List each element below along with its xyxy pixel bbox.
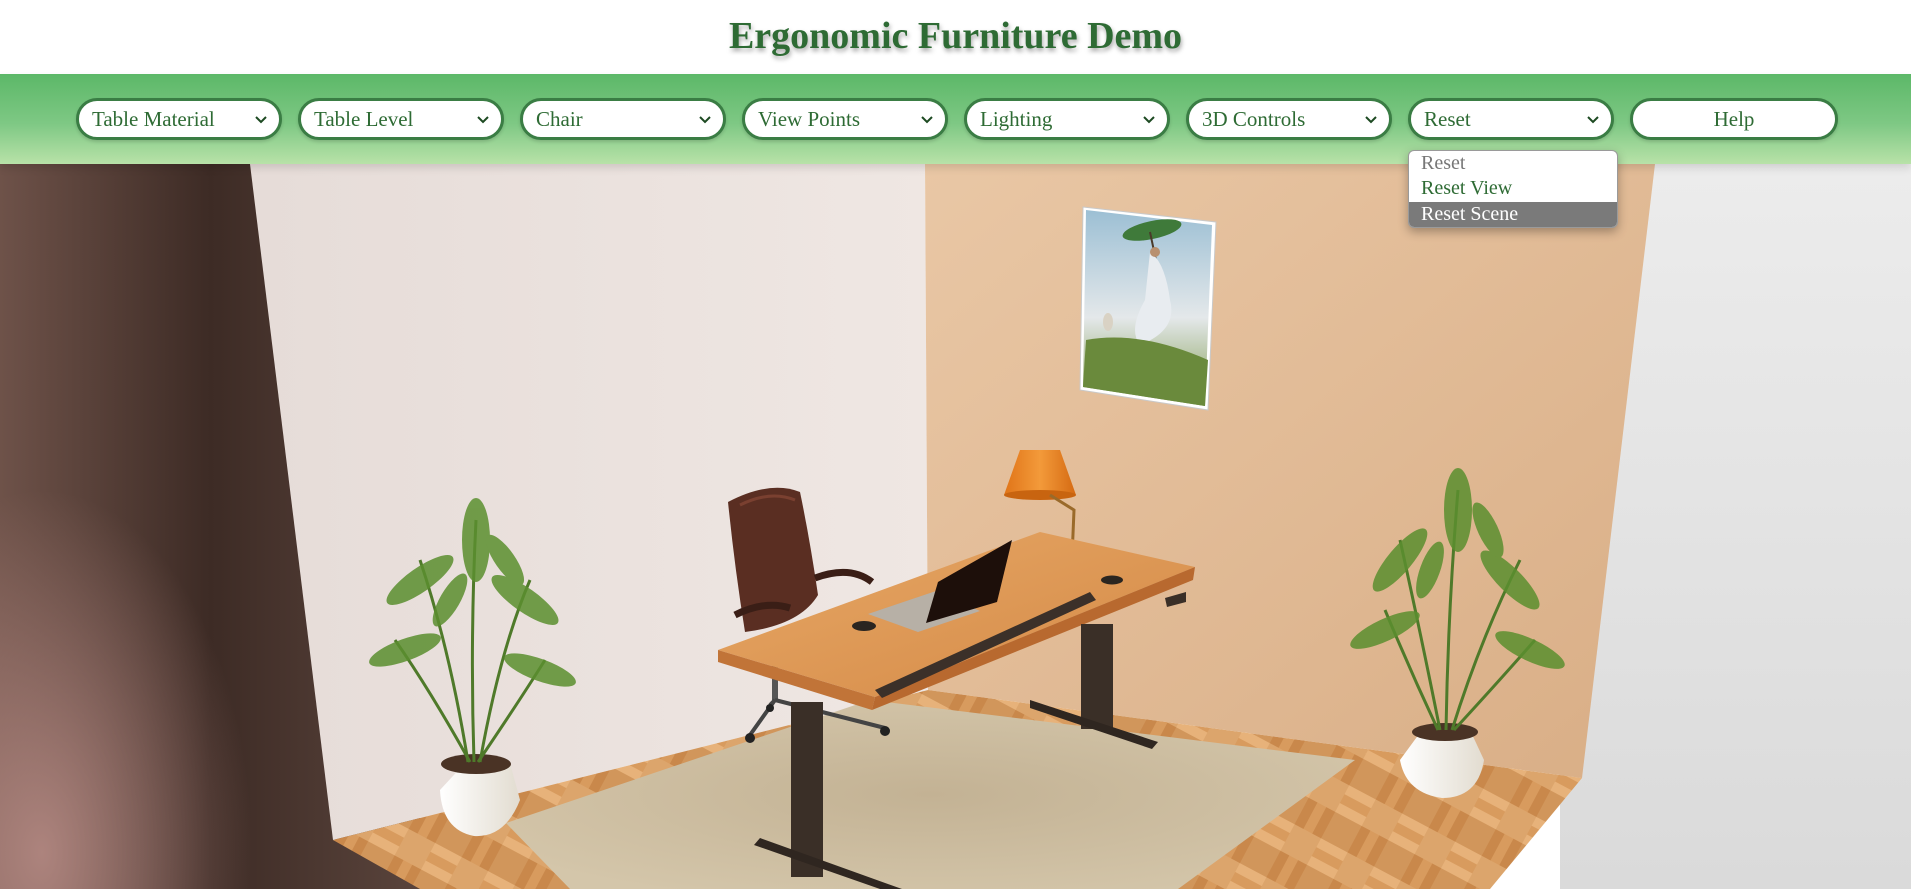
lighting-select[interactable]: Lighting <box>964 98 1170 140</box>
chair-select[interactable]: Chair <box>520 98 726 140</box>
select-label: Chair <box>536 107 583 131</box>
select-label: Table Material <box>92 107 215 131</box>
chevron-down-icon <box>477 116 489 124</box>
view-points-select[interactable]: View Points <box>742 98 948 140</box>
chevron-down-icon <box>921 116 933 124</box>
chevron-down-icon <box>1143 116 1155 124</box>
painting <box>1079 206 1217 411</box>
table-material-select[interactable]: Table Material <box>76 98 282 140</box>
option-reset: Reset <box>1421 152 1466 174</box>
reset-select[interactable]: Reset <box>1408 98 1614 140</box>
select-label: Lighting <box>980 107 1053 131</box>
header: Ergonomic Furniture Demo <box>0 0 1911 74</box>
option-reset-scene[interactable]: Reset Scene <box>1409 201 1617 227</box>
chevron-down-icon <box>255 116 267 124</box>
select-label: Reset <box>1424 107 1471 131</box>
select-label: 3D Controls <box>1202 107 1306 131</box>
select-label: View Points <box>758 107 860 131</box>
reset-dropdown-menu: Reset Reset View Reset Scene <box>1408 150 1618 228</box>
chevron-down-icon <box>699 116 711 124</box>
select-label: Table Level <box>314 107 414 131</box>
toolbar: Table Material Table Level Chair View Po… <box>0 74 1911 164</box>
3d-controls-select[interactable]: 3D Controls <box>1186 98 1392 140</box>
3d-scene-canvas[interactable] <box>0 164 1911 889</box>
chevron-down-icon <box>1587 116 1599 124</box>
page-title: Ergonomic Furniture Demo <box>728 15 1183 57</box>
chevron-down-icon <box>1365 116 1377 124</box>
option-reset-view[interactable]: Reset View <box>1409 176 1617 201</box>
help-button[interactable]: Help <box>1630 98 1838 140</box>
table-level-select[interactable]: Table Level <box>298 98 504 140</box>
